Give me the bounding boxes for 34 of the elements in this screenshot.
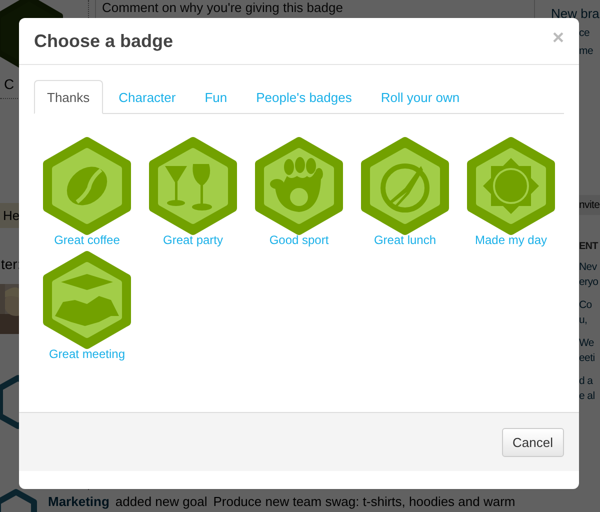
activity-text: Co xyxy=(578,298,592,313)
activity-text: d a xyxy=(578,374,593,389)
feed-action: added new goal xyxy=(115,494,208,508)
badge-option[interactable]: Made my day xyxy=(458,136,564,247)
badge-icon xyxy=(0,488,38,512)
plate-fork-icon xyxy=(359,136,451,236)
goal-text: Produce new team swag: t-shirts, hoodies and warm xyxy=(213,494,516,508)
activity-text: u, xyxy=(578,313,588,328)
activity-text: eeti xyxy=(578,351,595,366)
tab[interactable]: Fun xyxy=(192,80,240,114)
activity-text: Nev xyxy=(578,260,597,275)
tab[interactable]: Roll your own xyxy=(368,80,473,114)
tab[interactable]: People's badges xyxy=(243,80,365,114)
badge-option[interactable]: Good sport xyxy=(246,136,352,247)
dialog-title: Choose a badge xyxy=(34,30,174,52)
activity-text: e al xyxy=(578,389,595,404)
cancel-button[interactable]: Cancel xyxy=(502,428,564,456)
close-button[interactable]: × xyxy=(552,30,564,46)
activity-text: We xyxy=(578,336,594,351)
comment-field[interactable]: Comment on why you're giving this badge xyxy=(95,0,535,20)
tab[interactable]: Thanks xyxy=(34,80,103,114)
activity-text: eryo xyxy=(578,275,598,290)
badge-icon xyxy=(0,374,19,430)
badge-option[interactable]: Great lunch xyxy=(352,136,458,247)
badge-option[interactable]: Great party xyxy=(140,136,246,247)
section-title: ENT xyxy=(578,241,598,252)
coffee-bean-icon xyxy=(41,136,133,236)
badge-option[interactable]: Great meeting xyxy=(34,250,140,361)
news-link[interactable]: New bra xyxy=(548,6,600,21)
badge-caption: C xyxy=(4,76,14,92)
team-link[interactable]: Marketing xyxy=(48,494,110,508)
tab[interactable]: Character xyxy=(106,80,189,114)
cocktail-glasses-icon xyxy=(147,136,239,236)
sun-icon xyxy=(465,136,557,236)
